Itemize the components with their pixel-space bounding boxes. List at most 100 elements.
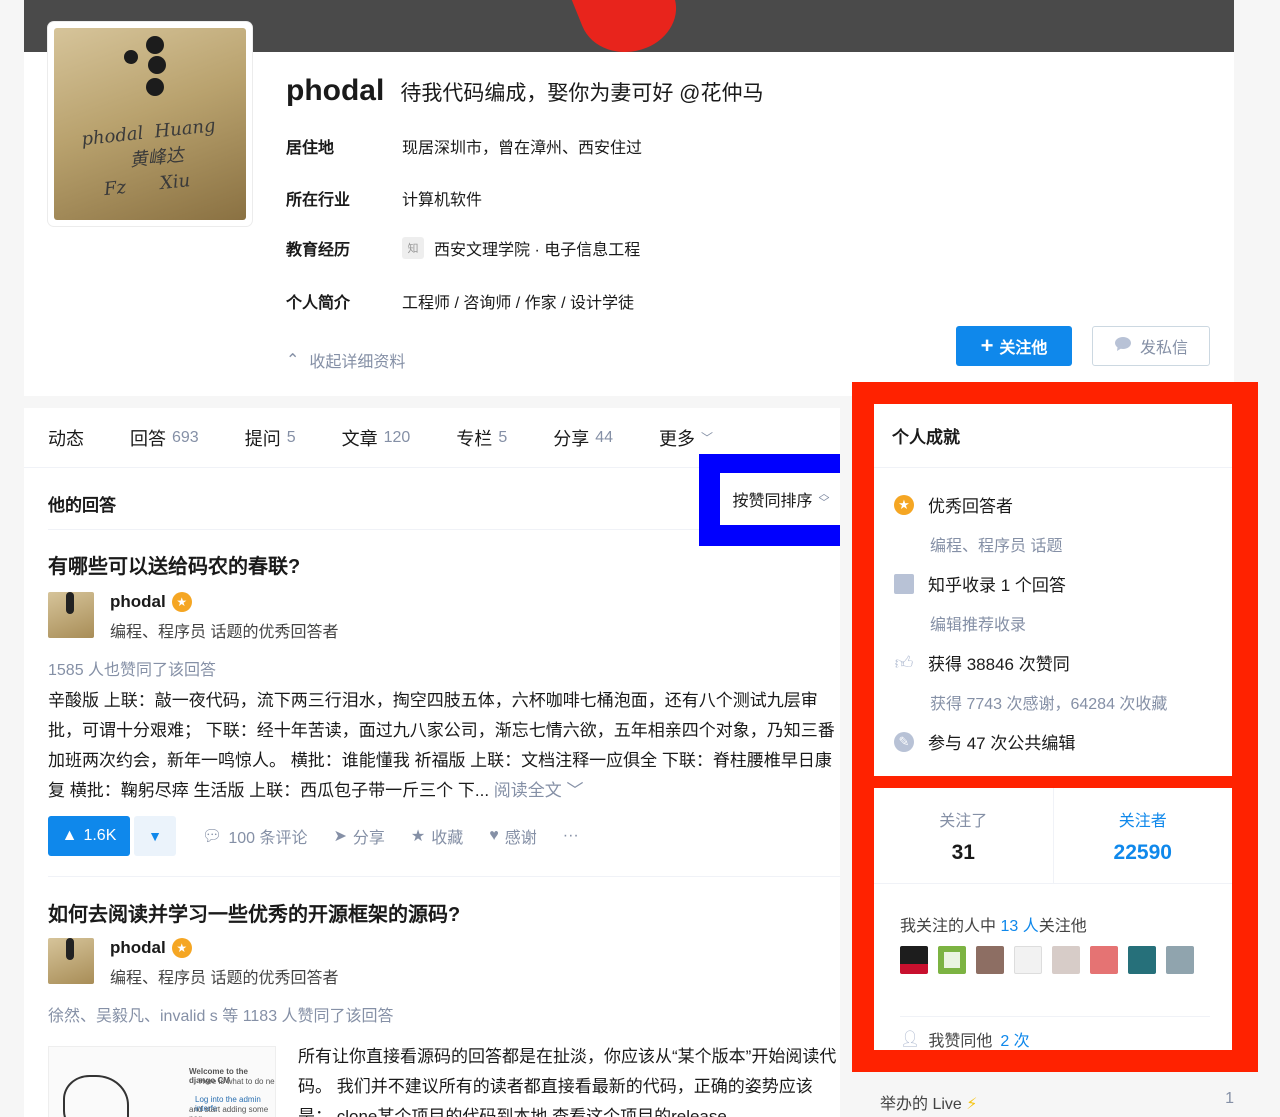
detail-label: 个人简介 bbox=[286, 295, 351, 312]
heart-icon: ♥ bbox=[489, 827, 499, 844]
tab-answers[interactable]: 回答 693 bbox=[130, 408, 199, 468]
avatar[interactable] bbox=[1128, 946, 1156, 974]
follow-card: 关注了 31 关注者 22590 我关注的人中 13 人关注他 👤︎ 我赞同他 2… bbox=[874, 788, 1232, 1050]
school-icon: 知 bbox=[402, 237, 424, 259]
answer-title[interactable]: 有哪些可以送给码农的春联? bbox=[48, 550, 300, 579]
sidebar-highlight: 个人成就 ★ 优秀回答者 编程、程序员 话题 知乎收录 1 个回答 编辑推荐收录 … bbox=[852, 382, 1258, 1072]
followers-stat[interactable]: 关注者 22590 bbox=[1052, 788, 1233, 883]
read-more-link[interactable]: 阅读全文 ﹀ bbox=[494, 781, 584, 800]
answer-author: phodal ★ 编程、程序员 话题的优秀回答者 bbox=[48, 938, 338, 988]
answer-excerpt: 辛酸版 上联：敲一夜代码，流下两三行泪水，掏空四肢五体，六杯咖啡七桶泡面，还有八… bbox=[48, 691, 835, 800]
more-actions-button[interactable]: ··· bbox=[563, 827, 579, 845]
send-message-button[interactable]: 发私信 bbox=[1092, 326, 1210, 366]
author-name[interactable]: phodal bbox=[110, 592, 166, 612]
detail-value: 现居深圳市，曾在漳州、西安住过 bbox=[402, 140, 643, 157]
achievement-thanks: 获得 7743 次感谢，64284 次收藏 bbox=[930, 696, 1168, 713]
thank-button[interactable]: ♥ 感谢 bbox=[489, 824, 537, 848]
answers-panel: 动态 回答 693 提问 5 文章 120 专栏 5 分享 44 更多 ﹀ 他的回答 有哪些… bbox=[24, 408, 840, 1117]
answer-thumbnail[interactable]: Welcome to the django CM Here is what to… bbox=[48, 1046, 276, 1117]
detail-value: 计算机软件 bbox=[402, 192, 483, 209]
avatar[interactable] bbox=[938, 946, 966, 974]
detail-label: 居住地 bbox=[286, 140, 335, 157]
collapse-details-link[interactable]: ⌃ 收起详细资料 bbox=[286, 348, 405, 372]
thumbs-up-icon: 👍︎ bbox=[894, 652, 914, 673]
sort-arrows-icon: ︿ ﹀ bbox=[818, 488, 830, 509]
avatar[interactable] bbox=[976, 946, 1004, 974]
chevron-down-icon: ﹀ bbox=[701, 431, 714, 445]
achievements-card: 个人成就 ★ 优秀回答者 编程、程序员 话题 知乎收录 1 个回答 编辑推荐收录 … bbox=[874, 404, 1232, 776]
detail-location: 居住地 现居深圳市，曾在漳州、西安住过 bbox=[286, 134, 642, 158]
author-desc: 编程、程序员 话题的优秀回答者 bbox=[110, 970, 339, 987]
section-title: 他的回答 bbox=[48, 496, 116, 515]
avatar[interactable] bbox=[1052, 946, 1080, 974]
avatar[interactable] bbox=[1090, 946, 1118, 974]
share-button[interactable]: ➤ 分享 bbox=[333, 824, 384, 848]
plus-icon: + bbox=[980, 333, 994, 358]
profile-name: phodal bbox=[286, 74, 385, 107]
chevron-up-icon: ⌃ bbox=[286, 352, 300, 369]
achievement-item: ★ 优秀回答者 bbox=[894, 492, 1013, 517]
avatar[interactable] bbox=[48, 938, 94, 984]
star-badge-icon: ★ bbox=[171, 938, 192, 958]
avatar[interactable] bbox=[1014, 946, 1042, 974]
downvote-button[interactable]: ▼ bbox=[134, 816, 176, 856]
detail-label: 教育经历 bbox=[286, 242, 351, 259]
paper-plane-icon: ➤ bbox=[333, 828, 347, 845]
avatar[interactable] bbox=[1166, 946, 1194, 974]
star-icon: ★ bbox=[410, 828, 426, 845]
user-like-icon: 👤︎ bbox=[900, 1031, 921, 1048]
sort-highlight: 按赞同排序 ︿ ﹀ bbox=[699, 454, 840, 546]
avatar[interactable] bbox=[900, 946, 928, 974]
author-name[interactable]: phodal bbox=[110, 938, 166, 958]
triangle-down-icon: ▼ bbox=[148, 828, 162, 844]
tab-columns[interactable]: 专栏 5 bbox=[456, 408, 507, 468]
detail-bio: 个人简介 工程师 / 咨询师 / 作家 / 设计学徒 bbox=[286, 289, 634, 313]
profile-headline: 待我代码编成，娶你为妻可好 @花仲马 bbox=[400, 82, 764, 105]
answer-title[interactable]: 如何去阅读并学习一些优秀的开源框架的源码? bbox=[48, 898, 460, 927]
pencil-icon: ✎ bbox=[894, 731, 914, 752]
avatar[interactable] bbox=[48, 592, 94, 638]
answer-excerpt: 所有让你直接看源码的回答都是在扯淡，你应该从“某个版本”开始阅读代码。 我们并不… bbox=[298, 1047, 837, 1117]
lightning-icon: ⚡ bbox=[966, 1096, 978, 1113]
vote-info: 徐然、吴毅凡、invalid s 等 1183 人赞同了该回答 bbox=[48, 1008, 394, 1025]
comment-icon: 💬︎ bbox=[202, 828, 223, 845]
author-desc: 编程、程序员 话题的优秀回答者 bbox=[110, 624, 339, 641]
profile-header: phodal Huang 黄峰达 Fz Xiu phodal 待我代码编成，娶你… bbox=[24, 0, 1234, 396]
sort-by-votes-button[interactable]: 按赞同排序 ︿ ﹀ bbox=[720, 473, 840, 525]
collect-button[interactable]: ★ 收藏 bbox=[411, 824, 463, 848]
unicorn-illustration bbox=[63, 1075, 129, 1117]
follow-button[interactable]: + 关注他 bbox=[956, 326, 1072, 366]
vote-info: 1585 人也赞同了该回答 bbox=[48, 662, 217, 679]
live-row[interactable]: 举办的 Live ⚡ 1 bbox=[880, 1090, 1234, 1114]
bookmark-icon bbox=[894, 573, 914, 594]
tab-shares[interactable]: 分享 44 bbox=[553, 408, 613, 468]
tab-questions[interactable]: 提问 5 bbox=[245, 408, 296, 468]
mutual-avatars bbox=[900, 946, 1194, 974]
achievement-topic-link[interactable]: 编程、程序员 话题 bbox=[930, 532, 1062, 556]
achievement-item: 👍︎ 获得 38846 次赞同 bbox=[894, 652, 1070, 675]
mutual-followers[interactable]: 我关注的人中 13 人关注他 bbox=[900, 912, 1087, 936]
upvote-button[interactable]: ▲ 1.6K bbox=[48, 816, 130, 856]
achievement-collection-link[interactable]: 编辑推荐收录 bbox=[930, 611, 1026, 635]
liked-count: 👤︎ 我赞同他 2 次 bbox=[900, 1016, 1210, 1051]
star-badge-icon: ★ bbox=[171, 592, 192, 612]
detail-label: 所在行业 bbox=[286, 192, 351, 209]
chat-bubble-icon bbox=[1114, 336, 1132, 357]
comments-button[interactable]: 💬︎ 100 条评论 bbox=[202, 824, 307, 848]
tab-activity[interactable]: 动态 bbox=[48, 408, 84, 468]
answer-author: phodal ★ 编程、程序员 话题的优秀回答者 bbox=[48, 592, 338, 642]
answer-actions: ▲ 1.6K ▼ 💬︎ 100 条评论 ➤ 分享 ★ 收藏 ♥ 感谢 ··· bbox=[48, 816, 579, 856]
triangle-up-icon: ▲ bbox=[61, 827, 78, 844]
detail-value: 西安文理学院 · 电子信息工程 bbox=[434, 242, 641, 259]
divider bbox=[48, 876, 840, 877]
achievement-item: 知乎收录 1 个回答 bbox=[894, 571, 1066, 596]
tab-articles[interactable]: 文章 120 bbox=[342, 408, 411, 468]
detail-education: 教育经历 知 西安文理学院 · 电子信息工程 bbox=[286, 236, 640, 260]
star-badge-icon: ★ bbox=[894, 494, 914, 515]
achievement-item: ✎ 参与 47 次公共编辑 bbox=[894, 729, 1075, 754]
detail-value: 工程师 / 咨询师 / 作家 / 设计学徒 bbox=[402, 295, 635, 312]
following-stat[interactable]: 关注了 31 bbox=[874, 788, 1053, 883]
profile-avatar[interactable]: phodal Huang 黄峰达 Fz Xiu bbox=[48, 22, 252, 226]
achievements-title: 个人成就 bbox=[874, 404, 1232, 468]
detail-industry: 所在行业 计算机软件 bbox=[286, 186, 482, 210]
